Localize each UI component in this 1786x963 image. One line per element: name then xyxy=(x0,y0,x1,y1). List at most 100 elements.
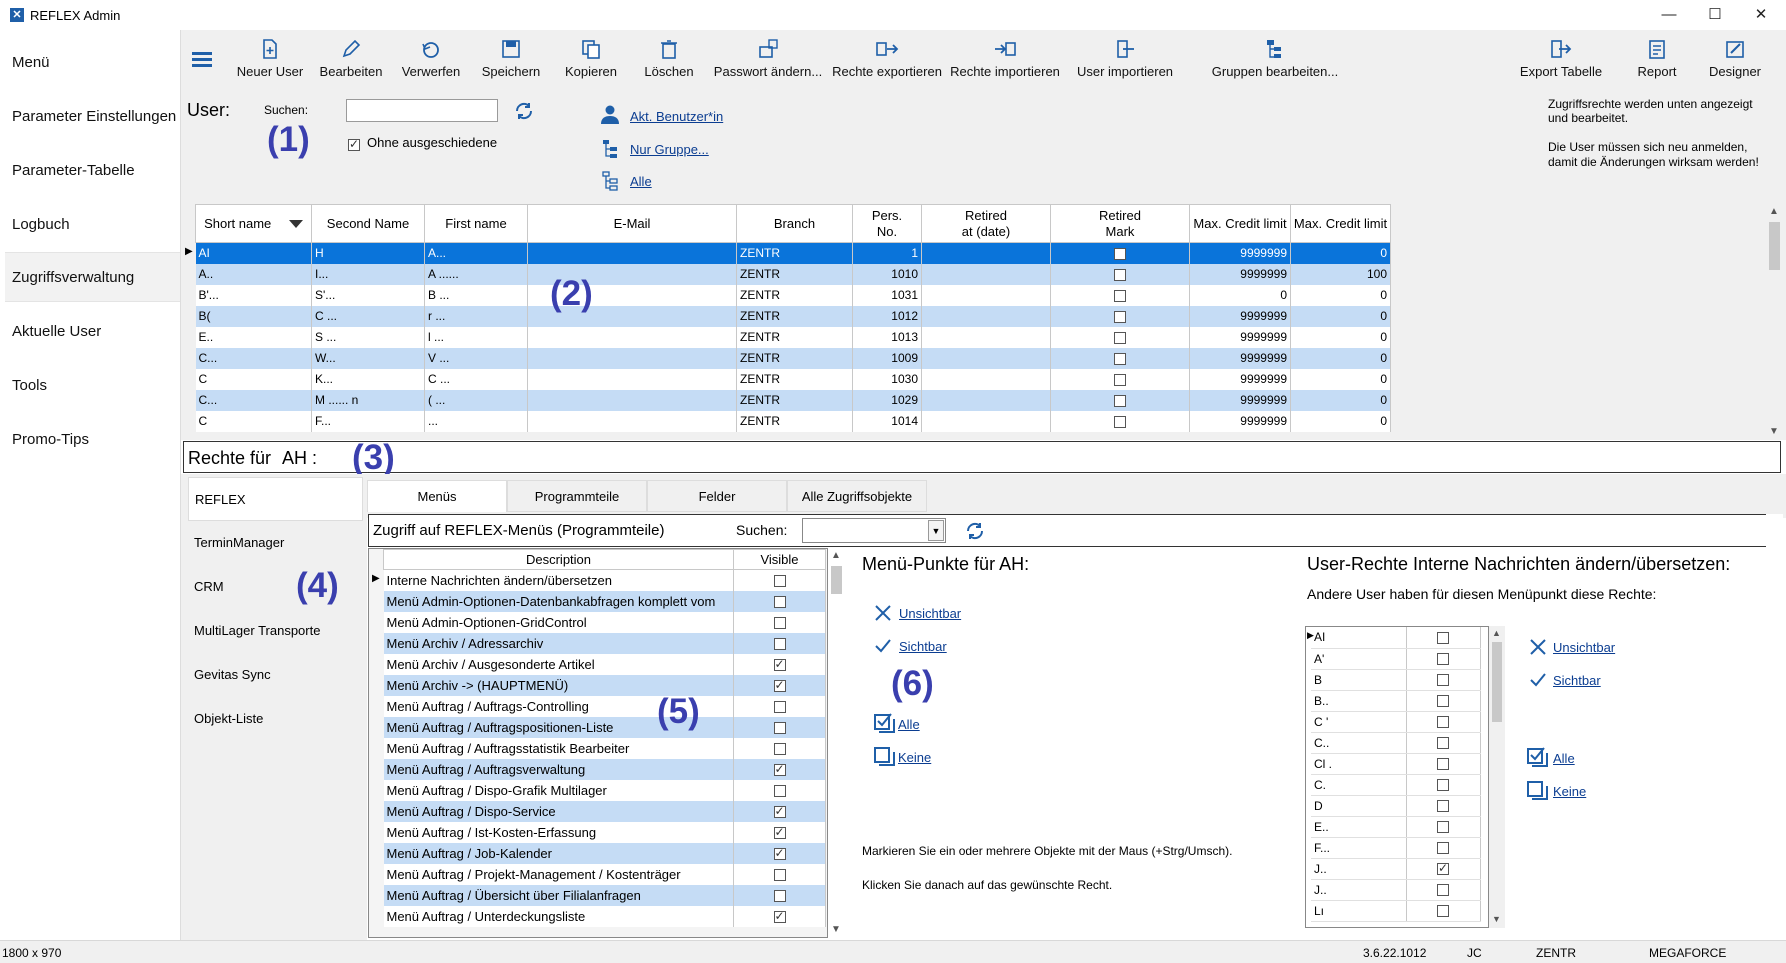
scroll-down-icon[interactable]: ▼ xyxy=(1769,426,1779,437)
list-item[interactable]: C. xyxy=(1311,774,1481,796)
menu-visible-link[interactable]: Sichtbar xyxy=(899,639,947,654)
menu-visible-checkbox[interactable] xyxy=(773,657,786,672)
table-row[interactable]: Menü Auftrag / Dispo-Grafik Multilager xyxy=(383,779,826,801)
list-item[interactable]: Lı xyxy=(1311,900,1481,922)
select-all-icon[interactable] xyxy=(874,712,896,734)
menu-table-scrollbar[interactable]: ▲ ▼ xyxy=(828,548,845,938)
nav-item-tools[interactable]: Tools xyxy=(5,361,180,411)
import-rights-button[interactable]: Rechte importieren xyxy=(945,38,1065,92)
col-description[interactable]: Description xyxy=(383,549,734,570)
minimize-button[interactable]: — xyxy=(1646,0,1692,30)
rights-visible-checkbox[interactable] xyxy=(1437,800,1449,813)
table-row[interactable]: Menü Admin-Optionen-Datenbankabfragen ko… xyxy=(383,590,826,612)
col-visible[interactable]: Visible xyxy=(733,549,826,570)
rights-visible-checkbox[interactable] xyxy=(1437,821,1449,834)
access-refresh-icon[interactable] xyxy=(964,522,986,540)
list-item[interactable]: C.. xyxy=(1311,732,1481,754)
table-row[interactable]: Menü Auftrag / Übersicht über Filialanfr… xyxy=(383,884,826,906)
table-row[interactable]: Menü Auftrag / Auftragsverwaltung xyxy=(383,758,826,780)
menu-visible-checkbox[interactable] xyxy=(773,743,786,756)
col-max-credit-1[interactable]: Max. Credit limit xyxy=(1189,204,1291,243)
menu-visible-checkbox[interactable] xyxy=(773,785,786,798)
list-item[interactable]: Cl . xyxy=(1311,753,1481,775)
menu-invisible-link[interactable]: Unsichtbar xyxy=(899,606,961,621)
delete-button[interactable]: Löschen xyxy=(631,38,707,92)
rights-visible-checkbox[interactable] xyxy=(1437,758,1449,771)
table-row[interactable]: Menü Auftrag / Ist-Kosten-Erfassung xyxy=(383,821,826,843)
copy-button[interactable]: Kopieren xyxy=(551,38,631,92)
table-row[interactable]: C... M ...... n( ... ZENTR 1029 9999999 0 xyxy=(195,389,1391,411)
save-button[interactable]: Speichern xyxy=(471,38,551,92)
list-item[interactable]: D xyxy=(1311,795,1481,817)
col-branch[interactable]: Branch xyxy=(736,204,853,243)
rights-visible-checkbox[interactable] xyxy=(1437,674,1449,687)
edit-groups-button[interactable]: Gruppen bearbeiten... xyxy=(1185,38,1365,92)
invisible-x-icon[interactable] xyxy=(874,604,892,622)
current-user-link[interactable]: Akt. Benutzer*in xyxy=(630,109,723,124)
sidetab-gevitas-sync[interactable]: Gevitas Sync xyxy=(188,653,363,697)
export-rights-button[interactable]: Rechte exportieren xyxy=(829,38,945,92)
retired-mark-checkbox[interactable] xyxy=(1114,248,1126,261)
table-row[interactable]: C... W... V ... ZENTR 1009 9999999 0 xyxy=(195,347,1391,369)
dropdown-arrow-icon[interactable]: ▼ xyxy=(928,520,944,541)
retired-mark-checkbox[interactable] xyxy=(1114,394,1126,407)
without-retired-checkbox[interactable] xyxy=(348,137,360,151)
nav-item-logbook[interactable]: Logbuch xyxy=(5,200,180,250)
nav-item-promo-tips[interactable]: Promo-Tips xyxy=(5,415,180,465)
table-row[interactable]: Menü Auftrag / Projekt-Management / Kost… xyxy=(383,863,826,885)
list-item[interactable]: F... xyxy=(1311,837,1481,859)
col-first-name[interactable]: First name xyxy=(424,204,528,243)
menu-scroll-down-icon[interactable]: ▼ xyxy=(831,924,841,935)
user-rights-scroll-down-icon[interactable]: ▼ xyxy=(1492,914,1501,924)
menu-visible-checkbox[interactable] xyxy=(773,638,786,651)
nav-item-current-users[interactable]: Aktuelle User xyxy=(5,307,180,357)
import-user-button[interactable]: User importieren xyxy=(1065,38,1185,92)
table-row[interactable]: Menü Auftrag / Auftragsstatistik Bearbei… xyxy=(383,737,826,759)
col-second-name[interactable]: Second Name xyxy=(311,204,425,243)
rights-invisible-x-icon[interactable] xyxy=(1529,638,1547,656)
col-short-name[interactable]: Short name xyxy=(195,204,312,243)
table-row[interactable]: B(C ... r ... ZENTR 1012 9999999 0 xyxy=(195,305,1391,327)
col-retired-mark[interactable]: Retired Mark xyxy=(1050,204,1190,243)
nav-item-access-management[interactable]: Zugriffsverwaltung xyxy=(5,252,180,302)
table-row[interactable]: E.. S ... l ... ZENTR 1013 9999999 0 xyxy=(195,326,1391,348)
list-item[interactable]: C ' xyxy=(1311,711,1481,733)
only-group-link[interactable]: Nur Gruppe... xyxy=(630,142,709,157)
menu-visible-checkbox[interactable] xyxy=(773,846,786,861)
tab-all-access-objects[interactable]: Alle Zugriffsobjekte xyxy=(787,480,927,512)
menu-visible-checkbox[interactable] xyxy=(773,909,786,924)
rights-all-link[interactable]: Alle xyxy=(1553,751,1575,766)
list-item[interactable]: J.. xyxy=(1311,858,1481,880)
table-row[interactable]: Menü Archiv -> (HAUPTMENÜ) xyxy=(383,674,826,696)
discard-button[interactable]: Verwerfen xyxy=(391,38,471,92)
change-password-button[interactable]: Passwort ändern... xyxy=(707,38,829,92)
tab-menus[interactable]: Menüs xyxy=(367,480,507,512)
sidetab-terminmanager[interactable]: TerminManager xyxy=(188,521,363,565)
nav-item-parameter-settings[interactable]: Parameter Einstellungen xyxy=(5,92,180,142)
rights-select-none-icon[interactable] xyxy=(1527,779,1549,801)
rights-select-all-icon[interactable] xyxy=(1527,746,1549,768)
col-retired-date[interactable]: Retired at (date) xyxy=(921,204,1051,243)
table-row[interactable]: B'... S'... B ... ZENTR 1031 0 0 xyxy=(195,284,1391,306)
menu-visible-checkbox[interactable] xyxy=(773,762,786,777)
edit-button[interactable]: Bearbeiten xyxy=(311,38,391,92)
maximize-button[interactable]: ☐ xyxy=(1692,0,1738,30)
new-user-button[interactable]: Neuer User xyxy=(229,38,311,92)
rights-visible-checkbox[interactable] xyxy=(1437,842,1449,855)
rights-visible-checkbox[interactable] xyxy=(1437,737,1449,750)
menu-visible-checkbox[interactable] xyxy=(773,617,786,630)
rights-visible-checkbox[interactable] xyxy=(1437,632,1449,645)
table-row[interactable]: AI H A... ZENTR 1 9999999 0 xyxy=(195,242,1391,264)
list-item[interactable]: A' xyxy=(1311,648,1481,670)
retired-mark-checkbox[interactable] xyxy=(1114,352,1126,365)
tab-fields[interactable]: Felder xyxy=(647,480,787,512)
list-item[interactable]: AI xyxy=(1311,627,1481,649)
sidetab-object-list[interactable]: Objekt-Liste xyxy=(188,697,363,741)
panel-scrollbar[interactable] xyxy=(1766,514,1783,940)
rights-visible-checkbox[interactable] xyxy=(1437,884,1449,897)
menu-all-link[interactable]: Alle xyxy=(898,717,920,732)
list-item[interactable]: E.. xyxy=(1311,816,1481,838)
menu-visible-checkbox[interactable] xyxy=(773,869,786,882)
table-row[interactable]: A.. I... A ...... ZENTR 1010 9999999 100 xyxy=(195,263,1391,285)
users-grid-scrollbar[interactable]: ▲ ▼ xyxy=(1766,204,1783,440)
